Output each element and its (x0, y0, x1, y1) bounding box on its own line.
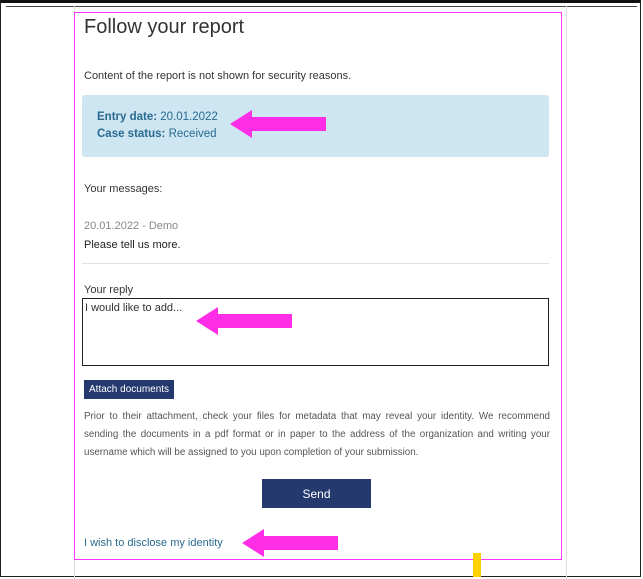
case-status-label: Case status: (97, 128, 166, 140)
highlight-marker (473, 553, 481, 577)
disclose-identity-link[interactable]: I wish to disclose my identity (84, 537, 223, 549)
arrow-annotation-icon (196, 307, 292, 335)
security-notice: Content of the report is not shown for s… (84, 70, 352, 82)
entry-date-label: Entry date: (97, 111, 158, 123)
messages-heading: Your messages: (84, 183, 163, 195)
message-text: Please tell us more. (84, 239, 181, 251)
page-title: Follow your report (84, 16, 245, 38)
top-rule (6, 6, 637, 7)
case-status-row: Case status: Received (97, 128, 217, 140)
screenshot-page: Follow your report Content of the report… (0, 0, 643, 579)
document-right-edge (566, 6, 567, 579)
reply-textarea[interactable] (82, 298, 549, 366)
reply-label: Your reply (84, 284, 134, 296)
attach-documents-button[interactable]: Attach documents (84, 380, 175, 399)
metadata-notice: Prior to their attachment, check your fi… (84, 411, 550, 458)
arrow-annotation-icon (242, 529, 338, 557)
message-divider (82, 263, 549, 264)
case-status-value: Received (168, 128, 217, 140)
send-button[interactable]: Send (262, 479, 371, 508)
arrow-annotation-icon (230, 110, 326, 138)
message-meta: 20.01.2022 - Demo (84, 220, 179, 232)
entry-date-value: 20.01.2022 (160, 111, 218, 123)
entry-date-row: Entry date: 20.01.2022 (97, 111, 218, 123)
